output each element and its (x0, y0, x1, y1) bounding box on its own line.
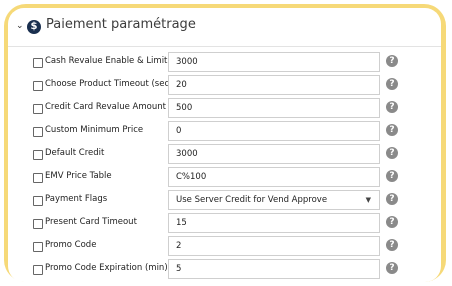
setting-label: Credit Card Revalue Amount (45, 102, 166, 112)
setting-value: 20 (176, 80, 187, 90)
setting-value: Use Server Credit for Vend Approve (176, 195, 328, 205)
setting-input[interactable]: 0 (168, 121, 380, 141)
help-icon[interactable]: ? (386, 170, 398, 182)
payment-settings-panel: ⌄ $ Paiement paramétrage Cash Revalue En… (8, 8, 441, 282)
help-icon[interactable]: ? (386, 216, 398, 228)
setting-row: Present Card Timeout 15? (8, 213, 441, 235)
setting-input[interactable]: 20 (168, 75, 380, 95)
help-icon[interactable]: ? (386, 55, 398, 67)
setting-input[interactable]: 3000 (168, 52, 380, 72)
setting-checkbox[interactable] (33, 81, 43, 91)
setting-select[interactable]: Use Server Credit for Vend Approve ▼ (168, 190, 380, 210)
help-icon[interactable]: ? (386, 239, 398, 251)
setting-checkbox[interactable] (33, 150, 43, 160)
setting-input[interactable]: C%100 (168, 167, 380, 187)
setting-label: Present Card Timeout (45, 217, 137, 227)
setting-value: 3000 (176, 57, 198, 67)
setting-checkbox[interactable] (33, 242, 43, 252)
chevron-down-icon[interactable]: ⌄ (16, 21, 24, 31)
setting-row: EMV Price Table C%100? (8, 167, 441, 189)
setting-checkbox[interactable] (33, 219, 43, 229)
setting-label: Promo Code Expiration (min) (45, 263, 168, 273)
help-icon[interactable]: ? (386, 78, 398, 90)
setting-row: Promo Code Expiration (min) 5? (8, 259, 441, 281)
section-header[interactable]: ⌄ $ Paiement paramétrage (8, 8, 441, 47)
setting-input[interactable]: 5 (168, 259, 380, 279)
setting-checkbox[interactable] (33, 58, 43, 68)
help-icon[interactable]: ? (386, 262, 398, 274)
setting-row: Choose Product Timeout (sec) 20? (8, 75, 441, 97)
help-icon[interactable]: ? (386, 101, 398, 113)
setting-row: Promo Code 2? (8, 236, 441, 258)
setting-value: 2 (176, 241, 182, 251)
setting-label: Custom Minimum Price (45, 125, 144, 135)
help-icon[interactable]: ? (386, 147, 398, 159)
setting-value: C%100 (176, 172, 207, 182)
dropdown-arrow-icon[interactable]: ▼ (366, 191, 371, 209)
setting-input[interactable]: 500 (168, 98, 380, 118)
dollar-circle-icon: $ (27, 20, 41, 34)
setting-value: 0 (176, 126, 182, 136)
setting-label: Promo Code (45, 240, 97, 250)
setting-checkbox[interactable] (33, 173, 43, 183)
setting-row: Credit Card Revalue Amount 500? (8, 98, 441, 120)
section-title: Paiement paramétrage (46, 17, 196, 32)
setting-label: EMV Price Table (45, 171, 112, 181)
setting-value: 15 (176, 218, 187, 228)
setting-row: Default Credit 3000? (8, 144, 441, 166)
help-icon[interactable]: ? (386, 124, 398, 136)
setting-value: 3000 (176, 149, 198, 159)
help-icon[interactable]: ? (386, 193, 398, 205)
setting-checkbox[interactable] (33, 127, 43, 137)
setting-label: Cash Revalue Enable & Limit (45, 56, 168, 66)
setting-checkbox[interactable] (33, 104, 43, 114)
setting-input[interactable]: 2 (168, 236, 380, 256)
setting-row: Cash Revalue Enable & Limit 3000? (8, 52, 441, 74)
setting-label: Default Credit (45, 148, 105, 158)
setting-input[interactable]: 15 (168, 213, 380, 233)
setting-input[interactable]: 3000 (168, 144, 380, 164)
setting-value: 5 (176, 264, 182, 274)
setting-row: Custom Minimum Price 0? (8, 121, 441, 143)
setting-value: 500 (176, 103, 193, 113)
setting-checkbox[interactable] (33, 196, 43, 206)
setting-label: Choose Product Timeout (sec) (45, 79, 170, 89)
setting-row: Payment Flags Use Server Credit for Vend … (8, 190, 441, 212)
setting-checkbox[interactable] (33, 265, 43, 275)
setting-label: Payment Flags (45, 194, 108, 204)
